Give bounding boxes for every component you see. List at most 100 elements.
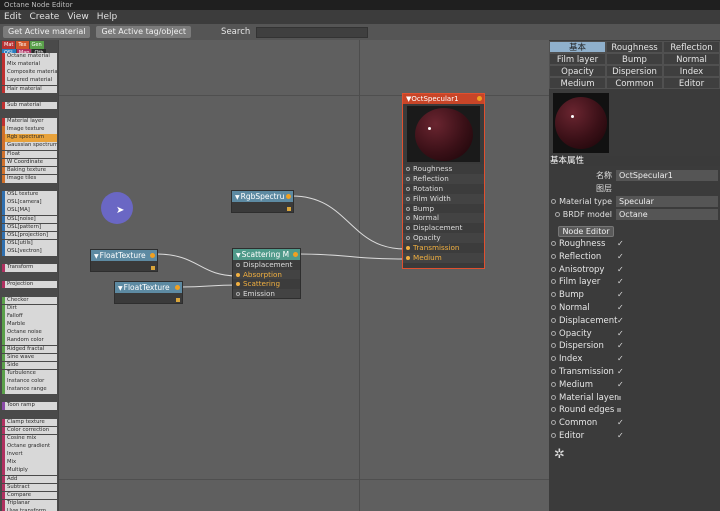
node-list-item[interactable]: Transform <box>2 264 57 272</box>
float-texture-node-1[interactable]: ▼FloatTexture <box>90 249 158 272</box>
channel-checkbox[interactable]: ✓ <box>617 251 624 264</box>
material-port[interactable]: Normal <box>403 213 484 224</box>
channel-checkbox[interactable]: ✓ <box>617 366 624 379</box>
channel-checkbox[interactable]: ✓ <box>617 315 624 328</box>
menu-view[interactable]: View <box>67 12 88 22</box>
node-list-item[interactable]: Side <box>2 361 57 370</box>
property-tab[interactable]: Common <box>606 77 663 89</box>
node-list-item[interactable]: OSL texture <box>2 191 57 199</box>
animate-dot-icon[interactable] <box>551 381 556 387</box>
property-tab[interactable]: Film layer <box>549 53 606 65</box>
node-list-item[interactable]: Octane material <box>2 53 57 61</box>
channel-checkbox[interactable] <box>617 395 621 400</box>
node-list-item[interactable]: OSL[projection] <box>2 231 57 240</box>
node-list-item[interactable]: Gaussian spectrum <box>2 142 57 151</box>
node-list-item[interactable]: Composite material <box>2 69 57 77</box>
node-list-item[interactable]: Octane gradient <box>2 443 57 451</box>
node-list-item[interactable]: OSL[utils] <box>2 239 57 248</box>
property-tab[interactable]: Reflection <box>663 41 720 53</box>
node-list-item[interactable]: Toon ramp <box>2 402 57 411</box>
node-list-item[interactable]: Turbulence <box>2 369 57 378</box>
channel-checkbox[interactable]: ✓ <box>617 328 624 341</box>
channel-checkbox[interactable]: ✓ <box>617 379 624 392</box>
animate-dot-icon[interactable] <box>551 279 556 285</box>
node-list-item[interactable]: Baking texture <box>2 166 57 175</box>
property-tab[interactable]: Index <box>663 65 720 77</box>
menu-create[interactable]: Create <box>29 12 59 22</box>
animate-dot-icon[interactable] <box>551 407 556 413</box>
output-port[interactable] <box>293 252 298 257</box>
property-tab[interactable]: Roughness <box>606 41 663 53</box>
collapse-triangle-icon[interactable]: ▼ <box>118 285 123 292</box>
node-list-item[interactable]: Image texture <box>2 126 57 134</box>
node-editor-button[interactable]: Node Editor <box>558 226 614 237</box>
material-port[interactable]: Medium <box>403 253 484 263</box>
node-list-item[interactable]: Marble <box>2 321 57 329</box>
property-tab[interactable]: Bump <box>606 53 663 65</box>
channel-checkbox[interactable]: ✓ <box>617 340 624 353</box>
animate-dot-icon[interactable] <box>551 420 556 426</box>
node-list-item[interactable]: Float <box>2 150 57 159</box>
brdf-dropdown[interactable]: Octane <box>616 209 718 220</box>
node-list-item[interactable]: Clamp texture <box>2 418 57 427</box>
channel-checkbox[interactable]: ✓ <box>617 289 624 302</box>
node-list-item[interactable]: Mix <box>2 459 57 467</box>
node-list-item[interactable]: Multiply <box>2 467 57 476</box>
port-absorption[interactable]: Absorption <box>233 269 300 280</box>
animate-dot-icon[interactable] <box>554 212 560 217</box>
node-list-item[interactable]: Subtract <box>2 483 57 492</box>
node-list-item[interactable]: W Coordinate <box>2 158 57 167</box>
float-texture-node-2[interactable]: ▼FloatTexture <box>114 281 183 304</box>
node-list-item[interactable]: Color correction <box>2 426 57 435</box>
animate-dot-icon[interactable] <box>551 253 556 259</box>
animate-dot-icon[interactable] <box>551 343 556 349</box>
name-field[interactable]: OctSpecular1 <box>616 170 718 181</box>
scattering-medium-node[interactable]: ▼Scattering M Displacement Absorption Sc… <box>232 248 301 300</box>
node-list-item[interactable]: Rgb spectrum <box>2 134 57 142</box>
layer-field[interactable] <box>616 183 718 194</box>
resize-grip[interactable] <box>176 298 180 302</box>
node-list-item[interactable]: Dirt <box>2 304 57 313</box>
animate-dot-icon[interactable] <box>551 304 556 310</box>
node-list-item[interactable]: Instance color <box>2 378 57 386</box>
node-list-item[interactable]: OSL[noise] <box>2 215 57 224</box>
animate-dot-icon[interactable] <box>551 356 556 362</box>
material-port[interactable]: Rotation <box>403 183 484 194</box>
get-active-material-button[interactable]: Get Active material <box>3 26 91 38</box>
channel-checkbox[interactable]: ✓ <box>617 264 624 277</box>
node-list-item[interactable]: Compare <box>2 491 57 500</box>
animate-dot-icon[interactable] <box>551 330 556 336</box>
output-port[interactable] <box>477 96 482 101</box>
node-list-item[interactable]: Cosine mix <box>2 434 57 443</box>
material-port[interactable]: Reflection <box>403 173 484 184</box>
property-tab[interactable]: Dispersion <box>606 65 663 77</box>
animate-dot-icon[interactable] <box>551 266 556 272</box>
output-port[interactable] <box>286 194 291 199</box>
menu-edit[interactable]: Edit <box>4 12 21 22</box>
animate-dot-icon[interactable] <box>551 317 556 323</box>
animate-dot-icon[interactable] <box>551 394 556 400</box>
channel-checkbox[interactable]: ✓ <box>617 276 624 289</box>
property-tab[interactable]: Opacity <box>549 65 606 77</box>
search-input[interactable] <box>256 26 369 38</box>
node-list-item[interactable]: Instance range <box>2 386 57 394</box>
port-emission[interactable]: Emission <box>233 288 300 299</box>
channel-checkbox[interactable]: ✓ <box>617 417 624 430</box>
port-scattering[interactable]: Scattering <box>233 279 300 289</box>
animate-dot-icon[interactable] <box>551 432 556 438</box>
node-list-item[interactable]: Invert <box>2 451 57 459</box>
channel-checkbox[interactable]: ✓ <box>617 430 624 443</box>
node-list-item[interactable]: Image tiles <box>2 174 57 183</box>
node-list-item[interactable]: Sine wave <box>2 353 57 362</box>
node-list-item[interactable]: OSL[MA] <box>2 207 57 216</box>
collapse-triangle-icon[interactable]: ▼ <box>235 194 240 201</box>
get-active-tag-button[interactable]: Get Active tag/object <box>96 26 192 38</box>
resize-grip[interactable] <box>287 207 291 211</box>
node-list-item[interactable]: Add <box>2 475 57 484</box>
collapse-triangle-icon[interactable]: ▼ <box>94 253 99 260</box>
node-list-item[interactable]: OSL[pattern] <box>2 223 57 232</box>
property-tab[interactable]: Normal <box>663 53 720 65</box>
material-port[interactable]: Opacity <box>403 233 484 244</box>
channel-checkbox[interactable] <box>617 408 621 413</box>
resize-grip[interactable] <box>151 266 155 270</box>
